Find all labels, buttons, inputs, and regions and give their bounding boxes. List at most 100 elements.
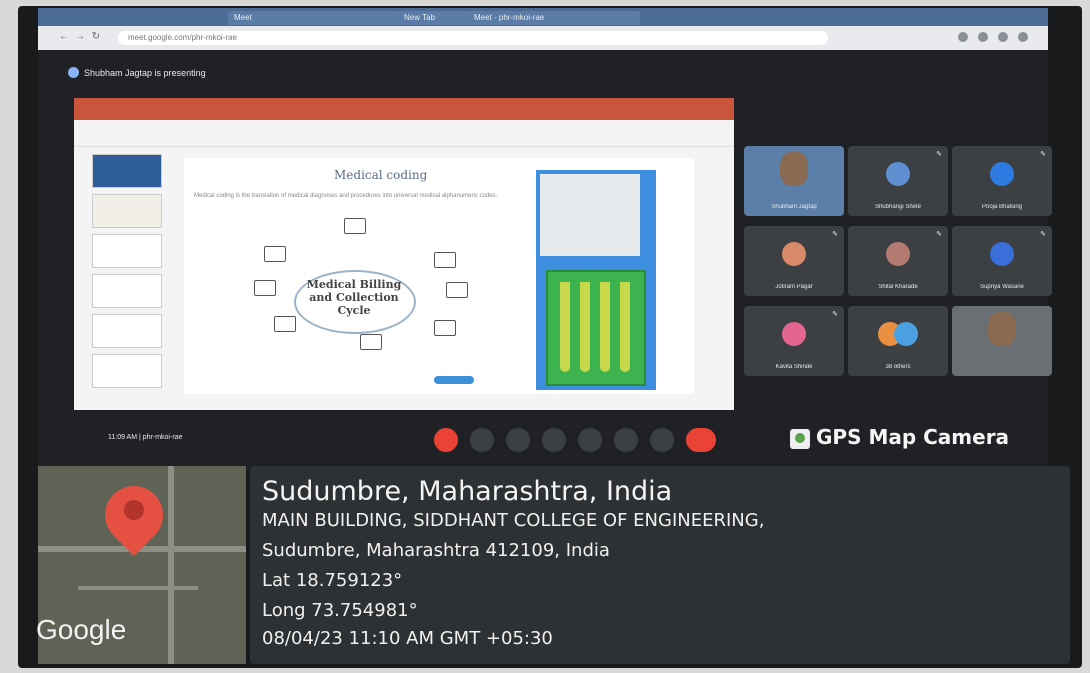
profile-icon[interactable] bbox=[1018, 32, 1028, 42]
map-road bbox=[168, 466, 174, 664]
participant-tile[interactable]: 38 others bbox=[848, 306, 948, 376]
avatar bbox=[782, 242, 806, 266]
participant-name: 38 others bbox=[885, 364, 911, 370]
participant-grid: Shubham Jagtap ✎ Shubhangi Shete ✎ Pooja… bbox=[744, 146, 1052, 378]
slide-thumbnail[interactable] bbox=[92, 154, 162, 188]
meet-window: Shubham Jagtap is presenting Medical cod… bbox=[38, 50, 1052, 470]
stethoscope-image bbox=[540, 174, 640, 256]
back-icon[interactable]: ← bbox=[58, 31, 70, 43]
address-bar[interactable]: meet.google.com/phr-mkoi-rae bbox=[118, 31, 828, 45]
cycle-step-icon bbox=[254, 280, 276, 296]
google-logo: Google bbox=[36, 614, 127, 645]
gps-info-panel: Sudumbre, Maharashtra, India MAIN BUILDI… bbox=[250, 466, 1070, 664]
end-call-button[interactable] bbox=[686, 428, 716, 452]
participant-tile[interactable]: ✎ Supriya Wasane bbox=[952, 226, 1052, 296]
longitude: Long 73.754981° bbox=[262, 600, 418, 621]
address-line-1: MAIN BUILDING, SIDDHANT COLLEGE OF ENGIN… bbox=[262, 510, 765, 531]
more-options-button[interactable] bbox=[650, 428, 674, 452]
powerpoint-ribbon bbox=[74, 120, 734, 147]
forward-icon[interactable]: → bbox=[74, 31, 86, 43]
test-tube bbox=[580, 282, 590, 372]
presentation-icon bbox=[68, 67, 79, 78]
timestamp: 08/04/23 11:10 AM GMT +05:30 bbox=[262, 628, 553, 649]
emoji-button[interactable] bbox=[542, 428, 566, 452]
meeting-info: 11:09 AM | phr-mkoi-rae bbox=[108, 434, 183, 441]
test-tubes-image bbox=[546, 270, 646, 386]
cycle-step-icon bbox=[360, 334, 382, 350]
reload-icon[interactable]: ↻ bbox=[90, 31, 102, 43]
cycle-step-icon bbox=[446, 282, 468, 298]
mic-muted-icon: ✎ bbox=[1040, 151, 1046, 158]
raise-hand-button[interactable] bbox=[614, 428, 638, 452]
participant-name: Shubham Jagtap bbox=[771, 204, 817, 210]
slide-thumbnail[interactable] bbox=[92, 194, 162, 228]
slide-title: Medical coding bbox=[334, 168, 428, 182]
extension-icon[interactable] bbox=[998, 32, 1008, 42]
mic-muted-icon: ✎ bbox=[832, 231, 838, 238]
participant-video bbox=[780, 152, 808, 186]
captions-button[interactable] bbox=[506, 428, 530, 452]
test-tube bbox=[600, 282, 610, 372]
participant-tile[interactable] bbox=[952, 306, 1052, 376]
avatar bbox=[990, 242, 1014, 266]
cycle-label: Medical Billing and Collection Cycle bbox=[306, 278, 402, 317]
slide-image bbox=[536, 170, 656, 390]
participant-tile[interactable]: ✎ Kavita Shinde bbox=[744, 306, 844, 376]
browser-chrome: Meet New Tab Meet - phr-mkoi-rae ← → ↻ m… bbox=[38, 8, 1048, 50]
participant-tile[interactable]: ✎ Jotiram Pagar bbox=[744, 226, 844, 296]
mic-muted-icon: ✎ bbox=[832, 311, 838, 318]
address-line-2: Sudumbre, Maharashtra 412109, India bbox=[262, 540, 610, 561]
location-pin-dot bbox=[124, 500, 144, 520]
map-road bbox=[78, 586, 198, 590]
participant-name: Shubhangi Shete bbox=[874, 204, 922, 210]
slide-thumbnail[interactable] bbox=[92, 234, 162, 268]
test-tube bbox=[560, 282, 570, 372]
participant-tile[interactable]: ✎ Shubhangi Shete bbox=[848, 146, 948, 216]
participant-tile[interactable]: Shubham Jagtap bbox=[744, 146, 844, 216]
browser-tab[interactable]: New Tab bbox=[398, 11, 470, 25]
mic-muted-icon: ✎ bbox=[936, 151, 942, 158]
shared-screen: Medical coding Medical coding is the tra… bbox=[74, 98, 734, 410]
participant-name: Supriya Wasane bbox=[980, 284, 1024, 290]
cycle-step-icon bbox=[274, 316, 296, 332]
cycle-step-icon bbox=[434, 320, 456, 336]
mic-muted-icon: ✎ bbox=[1040, 231, 1046, 238]
participant-name: Shital Kharade bbox=[878, 284, 918, 290]
participant-tile[interactable]: ✎ Pooja Bhalsing bbox=[952, 146, 1052, 216]
participant-video bbox=[988, 312, 1016, 346]
avatar bbox=[886, 242, 910, 266]
extension-icon[interactable] bbox=[958, 32, 968, 42]
presenting-banner: Shubham Jagtap is presenting bbox=[84, 68, 206, 78]
browser-tab[interactable]: Meet - phr-mkoi-rae bbox=[468, 11, 640, 25]
slide-thumbnails bbox=[82, 154, 168, 404]
extension-icon[interactable] bbox=[978, 32, 988, 42]
gps-brand: GPS Map Camera bbox=[816, 425, 1010, 449]
slide-notes-button[interactable] bbox=[434, 376, 474, 384]
avatar bbox=[782, 322, 806, 346]
slide-thumbnail[interactable] bbox=[92, 354, 162, 388]
location-title: Sudumbre, Maharashtra, India bbox=[262, 476, 673, 507]
slide-thumbnail[interactable] bbox=[92, 314, 162, 348]
mic-off-button[interactable] bbox=[434, 428, 458, 452]
avatar bbox=[894, 322, 918, 346]
camera-button[interactable] bbox=[470, 428, 494, 452]
participant-name: Jotiram Pagar bbox=[775, 284, 813, 290]
browser-tab[interactable]: Meet bbox=[228, 11, 400, 25]
current-slide: Medical coding Medical coding is the tra… bbox=[184, 158, 694, 394]
present-button[interactable] bbox=[578, 428, 602, 452]
gps-camera-logo-icon bbox=[790, 429, 810, 449]
avatar bbox=[886, 162, 910, 186]
cycle-step-icon bbox=[264, 246, 286, 262]
avatar bbox=[990, 162, 1014, 186]
cycle-step-icon bbox=[434, 252, 456, 268]
participant-name: Kavita Shinde bbox=[775, 364, 813, 370]
mic-muted-icon: ✎ bbox=[936, 231, 942, 238]
slide-thumbnail[interactable] bbox=[92, 274, 162, 308]
participant-tile[interactable]: ✎ Shital Kharade bbox=[848, 226, 948, 296]
slide-subtitle: Medical coding is the translation of med… bbox=[194, 193, 498, 199]
participant-name: Pooja Bhalsing bbox=[981, 204, 1023, 210]
powerpoint-titlebar bbox=[74, 98, 734, 120]
cycle-step-icon bbox=[344, 218, 366, 234]
test-tube bbox=[620, 282, 630, 372]
latitude: Lat 18.759123° bbox=[262, 570, 403, 591]
